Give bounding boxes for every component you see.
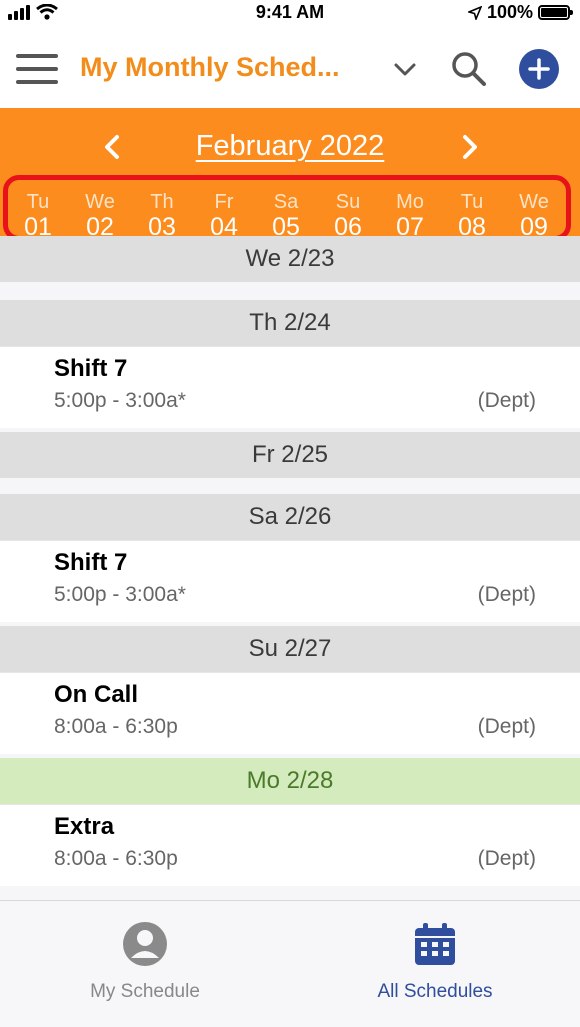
day-abbr: Mo — [396, 191, 424, 213]
day-cell[interactable]: Mo 07 — [380, 192, 440, 242]
day-cell[interactable]: Fr 04 — [194, 192, 254, 242]
status-bar: 9:41 AM 100% — [0, 0, 580, 28]
user-avatar-icon — [123, 922, 167, 966]
day-cell[interactable]: Th 03 — [132, 192, 192, 242]
shift-dept: (Dept) — [477, 847, 536, 870]
day-header: Sa 2/26 — [0, 494, 580, 540]
day-cell[interactable]: Sa 05 — [256, 192, 316, 242]
status-right: 100% — [467, 2, 573, 23]
day-abbr: Fr — [214, 191, 234, 213]
chevron-right-icon[interactable] — [456, 132, 484, 162]
shift-time: 5:00p - 3:00a* — [54, 389, 186, 412]
shift-time: 8:00a - 6:30p — [54, 847, 178, 870]
shift-dept: (Dept) — [477, 389, 536, 412]
chevron-down-icon[interactable] — [392, 56, 418, 82]
shift-dept: (Dept) — [477, 583, 536, 606]
shift-time: 8:00a - 6:30p — [54, 715, 178, 738]
shift-name: Extra — [54, 813, 115, 840]
day-abbr: Tu — [460, 191, 484, 213]
day-cell[interactable]: Tu 01 — [8, 192, 68, 242]
add-button[interactable] — [519, 49, 559, 89]
day-header: Th 2/24 — [0, 300, 580, 346]
shift-row[interactable]: Shift 7 5:00p - 3:00a* (Dept) — [0, 540, 580, 622]
day-cell[interactable]: Su 06 — [318, 192, 378, 242]
plus-icon — [528, 58, 550, 80]
shift-row[interactable]: Extra 8:00a - 6:30p (Dept) — [0, 804, 580, 886]
location-arrow-icon — [467, 5, 482, 20]
day-abbr: Th — [150, 191, 174, 213]
day-cell[interactable]: Tu 08 — [442, 192, 502, 242]
shift-name: Shift 7 — [54, 549, 128, 576]
day-header: Mo 2/28 — [0, 758, 580, 804]
page-title[interactable]: My Monthly Sched... — [80, 52, 340, 83]
day-cell[interactable]: We 09 — [504, 192, 564, 242]
day-cell[interactable]: We 02 — [70, 192, 130, 242]
tab-label: My Schedule — [90, 981, 200, 1002]
month-navigation: February 2022 — [0, 130, 580, 166]
day-abbr: Sa — [273, 191, 299, 213]
day-abbr: We — [519, 191, 549, 213]
date-navigation-bar: February 2022 Tu 01 We 02 Th 03 Fr 04 Sa 05 Su 06 Mo… — [0, 108, 580, 241]
calendar-icon — [415, 923, 455, 965]
day-abbr: We — [85, 191, 115, 213]
shift-time: 5:00p - 3:00a* — [54, 583, 186, 606]
schedule-list[interactable]: We 2/23 Th 2/24 Shift 7 5:00p - 3:00a* (Dept… — [0, 236, 580, 900]
day-header: Fr 2/25 — [0, 432, 580, 478]
battery-icon — [538, 5, 573, 20]
day-abbr: Su — [335, 191, 361, 213]
tab-label: All Schedules — [377, 981, 493, 1002]
month-title[interactable]: February 2022 — [0, 130, 580, 163]
battery-level — [541, 8, 567, 17]
tab-all-schedules[interactable]: All Schedules — [290, 901, 580, 1027]
shift-name: Shift 7 — [54, 355, 128, 382]
shift-row[interactable]: Shift 7 5:00p - 3:00a* (Dept) — [0, 346, 580, 428]
day-header: Su 2/27 — [0, 626, 580, 672]
app-header: My Monthly Sched... — [0, 30, 580, 108]
day-abbr: Tu — [26, 191, 50, 213]
tab-my-schedule[interactable]: My Schedule — [0, 901, 290, 1027]
day-header: We 2/23 — [0, 236, 580, 282]
search-icon[interactable] — [450, 50, 488, 88]
tab-bar: My Schedule All Schedules — [0, 900, 580, 1027]
shift-dept: (Dept) — [477, 715, 536, 738]
battery-percent: 100% — [486, 2, 533, 22]
shift-row[interactable]: On Call 8:00a - 6:30p (Dept) — [0, 672, 580, 754]
day-strip: Tu 01 We 02 Th 03 Fr 04 Sa 05 Su 06 Mo 07 Tu 08 We 09 — [3, 175, 571, 241]
hamburger-menu-icon[interactable] — [16, 54, 58, 84]
shift-name: On Call — [54, 681, 139, 708]
